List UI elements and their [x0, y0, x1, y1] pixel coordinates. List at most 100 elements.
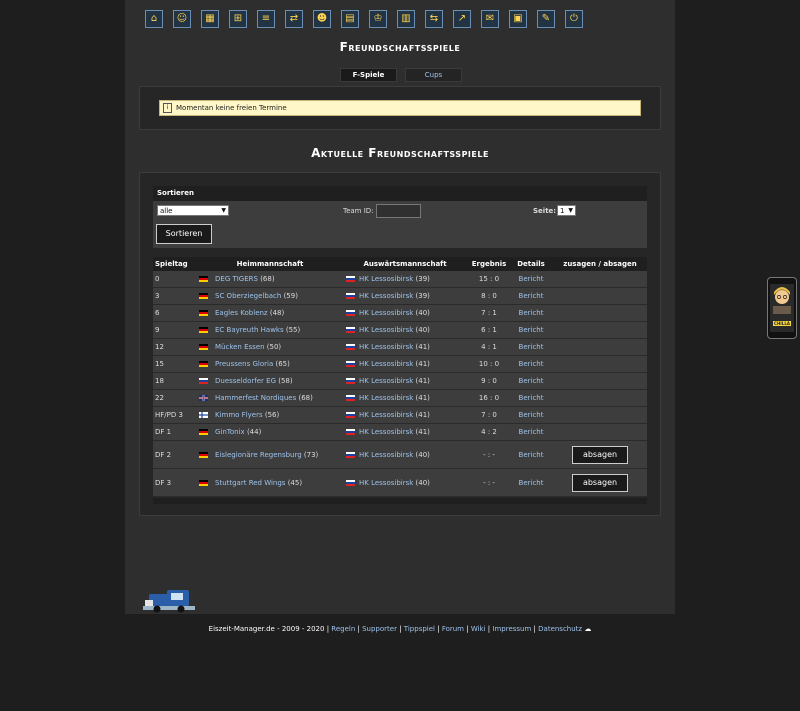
home-icon[interactable]: ⌂: [145, 10, 163, 28]
absagen-button[interactable]: absagen: [572, 473, 628, 492]
logout-icon[interactable]: ⏻: [565, 10, 583, 28]
zamboni-mascot: [143, 590, 195, 613]
footer-separator: |: [326, 625, 330, 633]
col-spieltag[interactable]: Spieltag: [153, 257, 199, 271]
lineup-icon[interactable]: ▦: [201, 10, 219, 28]
footer-link-supporter[interactable]: Supporter: [362, 625, 397, 633]
cell-result: - : -: [469, 440, 509, 469]
cell-action: [553, 338, 647, 356]
away-team-link[interactable]: HK Lessosibirsk: [359, 292, 413, 300]
away-strength: (41): [415, 411, 430, 419]
sort-button[interactable]: Sortieren: [156, 224, 212, 244]
bericht-link[interactable]: Bericht: [519, 377, 544, 385]
youth-icon[interactable]: ☻: [313, 10, 331, 28]
team-icon[interactable]: ☺: [173, 10, 191, 28]
bericht-link[interactable]: Bericht: [519, 292, 544, 300]
away-team-link[interactable]: HK Lessosibirsk: [359, 275, 413, 283]
home-team-link[interactable]: Mücken Essen: [215, 343, 265, 351]
home-team-link[interactable]: Eislegionäre Regensburg: [215, 451, 302, 459]
sort-header: Sortieren: [153, 186, 647, 201]
table-row: HF/PD 3 Kimmo Flyers (56) HK Lessosibirsk …: [153, 406, 647, 424]
list-icon[interactable]: ≡: [257, 10, 275, 28]
bericht-link[interactable]: Bericht: [519, 394, 544, 402]
ru-flag-icon: [345, 479, 355, 486]
home-team-link[interactable]: Duesseldorfer EG: [215, 377, 276, 385]
home-team-link[interactable]: SC Oberziegelbach: [215, 292, 281, 300]
bericht-link[interactable]: Bericht: [519, 451, 544, 459]
bericht-link[interactable]: Bericht: [519, 428, 544, 436]
training-icon[interactable]: ⊞: [229, 10, 247, 28]
trade-icon[interactable]: ⇆: [425, 10, 443, 28]
arena-icon[interactable]: ▤: [341, 10, 359, 28]
footer-link-tippspiel[interactable]: Tippspiel: [404, 625, 435, 633]
footer-separator: |: [437, 625, 440, 633]
col-auswaertsmannschaft[interactable]: Auswärtsmannschaft: [341, 257, 469, 271]
finance-icon[interactable]: ▥: [397, 10, 415, 28]
statistics-icon[interactable]: ↗: [453, 10, 471, 28]
bericht-link[interactable]: Bericht: [519, 411, 544, 419]
bericht-link[interactable]: Bericht: [519, 343, 544, 351]
ru-flag-icon: [199, 378, 208, 384]
main-toolbar: ⌂ ☺ ▦ ⊞ ≡ ⇄ ☻ ▤ ♔ ▥ ⇆ ↗ ✉ ▣ ✎ ⏻: [145, 10, 583, 28]
bericht-link[interactable]: Bericht: [519, 309, 544, 317]
cell-home-flag: [199, 338, 215, 356]
transfer-icon[interactable]: ⇄: [285, 10, 303, 28]
home-team-link[interactable]: Preussens Gloria: [215, 360, 273, 368]
cell-home-flag: [199, 468, 215, 497]
home-team-link[interactable]: Kimmo Flyers: [215, 411, 263, 419]
info-notice: i Momentan keine freien Termine: [159, 100, 641, 116]
home-team-link[interactable]: GinTonix: [215, 428, 245, 436]
team-id-input[interactable]: [376, 204, 421, 218]
table-row: DF 3 Stuttgart Red Wings (45) HK Lessosibi…: [153, 468, 647, 497]
footer-link-datenschutz[interactable]: Datenschutz: [538, 625, 582, 633]
ru-flag-icon: [345, 310, 355, 316]
away-team-link[interactable]: HK Lessosibirsk: [359, 428, 413, 436]
footer-link-forum[interactable]: Forum: [442, 625, 464, 633]
cell-away-team: HK Lessosibirsk (40): [359, 440, 469, 469]
away-team-link[interactable]: HK Lessosibirsk: [359, 411, 413, 419]
away-team-link[interactable]: HK Lessosibirsk: [359, 309, 413, 317]
home-strength: (50): [266, 343, 282, 351]
absagen-button[interactable]: absagen: [572, 445, 628, 464]
phone-widget[interactable]: CHILLA: [767, 277, 797, 339]
footer-link-impressum[interactable]: Impressum: [492, 625, 531, 633]
mail-icon[interactable]: ✉: [481, 10, 499, 28]
home-strength: (68): [298, 394, 313, 402]
bericht-link[interactable]: Bericht: [519, 275, 544, 283]
away-strength: (41): [415, 360, 430, 368]
cell-result: 6 : 1: [469, 321, 509, 339]
home-team-link[interactable]: Hammerfest Nordiques: [215, 394, 296, 402]
footer-link-regeln[interactable]: Regeln: [331, 625, 355, 633]
col-heimmannschaft[interactable]: Heimmannschaft: [199, 257, 341, 271]
bericht-link[interactable]: Bericht: [519, 326, 544, 334]
home-team-link[interactable]: Stuttgart Red Wings: [215, 479, 285, 487]
cell-away-flag: [341, 406, 359, 424]
filter-select[interactable]: alle ▼: [157, 205, 229, 216]
away-team-link[interactable]: HK Lessosibirsk: [359, 377, 413, 385]
cell-details: Bericht: [509, 372, 553, 390]
cup-icon[interactable]: ♔: [369, 10, 387, 28]
home-team-link[interactable]: Eagles Koblenz: [215, 309, 268, 317]
de-flag-icon: [199, 429, 208, 435]
table-footer-bar: [153, 498, 647, 504]
away-team-link[interactable]: HK Lessosibirsk: [359, 451, 413, 459]
chat-icon[interactable]: ✎: [537, 10, 555, 28]
bericht-link[interactable]: Bericht: [519, 360, 544, 368]
home-team-link[interactable]: EC Bayreuth Hawks: [215, 326, 284, 334]
cell-details: Bericht: [509, 389, 553, 407]
away-team-link[interactable]: HK Lessosibirsk: [359, 360, 413, 368]
tab-cups[interactable]: Cups: [405, 68, 462, 82]
ru-flag-icon: [345, 412, 355, 418]
away-team-link[interactable]: HK Lessosibirsk: [359, 394, 413, 402]
away-team-link[interactable]: HK Lessosibirsk: [359, 343, 413, 351]
page-select[interactable]: 1 ▼: [557, 205, 576, 216]
cell-home-flag: [199, 321, 215, 339]
bericht-link[interactable]: Bericht: [519, 479, 544, 487]
tab-f-spiele[interactable]: F-Spiele: [340, 68, 397, 82]
home-team-link[interactable]: DEG TIGERS: [215, 275, 258, 283]
cell-home-flag: [199, 271, 215, 288]
schedule-icon[interactable]: ▣: [509, 10, 527, 28]
away-team-link[interactable]: HK Lessosibirsk: [359, 326, 413, 334]
away-team-link[interactable]: HK Lessosibirsk: [359, 479, 413, 487]
footer-link-wiki[interactable]: Wiki: [471, 625, 486, 633]
